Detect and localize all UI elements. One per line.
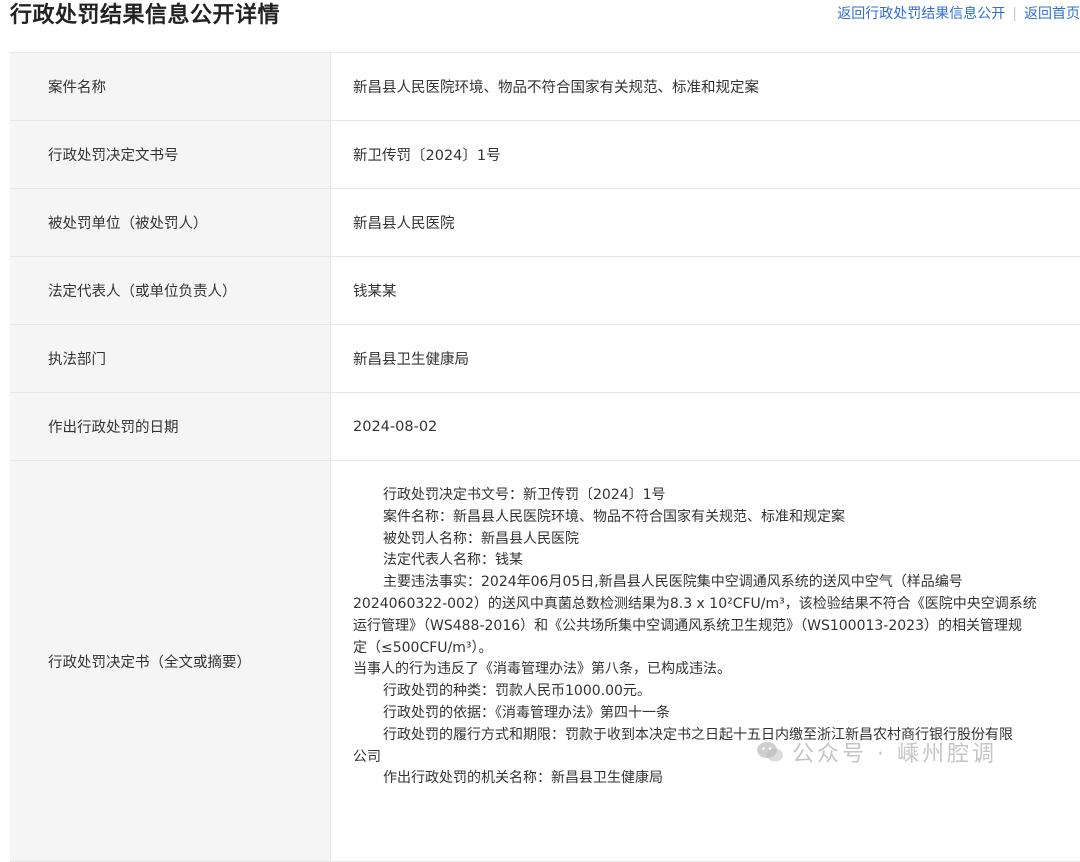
row-penalized-party: 被处罚单位（被处罚人） 新昌县人民医院 (10, 189, 1080, 257)
row-full-text: 行政处罚决定书（全文或摘要） 行政处罚决定书文号：新卫传罚〔2024〕1号 案件… (10, 461, 1080, 862)
watermark: 公众号 · 嵊州腔调 (756, 734, 997, 770)
doc-line: 作出行政处罚的机关名称：新昌县卫生健康局 (383, 770, 663, 787)
header: 行政处罚结果信息公开详情 返回行政处罚结果信息公开 | 返回首页 (0, 0, 1080, 38)
full-text-body: 行政处罚决定书文号：新卫传罚〔2024〕1号 案件名称：新昌县人民医院环境、物品… (331, 461, 1080, 861)
doc-line: 公司 (353, 748, 381, 765)
legal-rep-label: 法定代表人（或单位负责人） (10, 257, 331, 324)
page-title: 行政处罚结果信息公开详情 (10, 3, 281, 28)
row-legal-rep: 法定代表人（或单位负责人） 钱某某 (10, 257, 1080, 325)
link-divider: | (1012, 6, 1017, 22)
case-name-label: 案件名称 (10, 53, 331, 120)
row-decision-number: 行政处罚决定文书号 新卫传罚〔2024〕1号 (10, 121, 1080, 189)
date-value: 2024-08-02 (353, 418, 438, 435)
doc-line: 主要违法事实：2024年06月05日,新昌县人民医院集中空调通风系统的送风中空气… (383, 574, 963, 591)
department-value: 新昌县卫生健康局 (353, 352, 469, 368)
doc-line: 2024060322-002）的送风中真菌总数检测结果为8.3 x 10²CFU… (353, 595, 1037, 612)
doc-line: 定（≤500CFU/m³）。 (353, 639, 493, 656)
decision-number-value: 新卫传罚〔2024〕1号 (353, 148, 501, 164)
penalized-party-label: 被处罚单位（被处罚人） (10, 189, 331, 256)
legal-rep-value: 钱某某 (353, 284, 397, 300)
doc-line: 运行管理》（WS488-2016）和《公共场所集中空调通风系统卫生规范》（WS1… (353, 617, 1022, 634)
wechat-icon (757, 742, 783, 762)
back-to-list-link[interactable]: 返回行政处罚结果信息公开 (837, 6, 1005, 22)
full-text-label: 行政处罚决定书（全文或摘要） (10, 461, 331, 861)
doc-line: 法定代表人名称：钱某 (383, 552, 523, 569)
doc-line: 行政处罚的依据：《消毒管理办法》第四十一条 (383, 704, 670, 721)
top-links: 返回行政处罚结果信息公开 | 返回首页 (837, 4, 1080, 24)
doc-line: 案件名称：新昌县人民医院环境、物品不符合国家有关规范、标准和规定案 (383, 508, 845, 525)
row-department: 执法部门 新昌县卫生健康局 (10, 325, 1080, 393)
decision-number-label: 行政处罚决定文书号 (10, 121, 331, 188)
doc-line: 行政处罚决定书文号：新卫传罚〔2024〕1号 (383, 487, 666, 503)
department-label: 执法部门 (10, 325, 331, 392)
case-name-value: 新昌县人民医院环境、物品不符合国家有关规范、标准和规定案 (353, 80, 759, 96)
row-date: 作出行政处罚的日期 2024-08-02 (10, 393, 1080, 461)
date-label: 作出行政处罚的日期 (10, 393, 331, 460)
row-case-name: 案件名称 新昌县人民医院环境、物品不符合国家有关规范、标准和规定案 (10, 53, 1080, 121)
back-to-home-link[interactable]: 返回首页 (1024, 6, 1080, 22)
watermark-text: 公众号 · 嵊州腔调 (792, 742, 997, 767)
doc-line: 被处罚人名称：新昌县人民医院 (383, 530, 579, 547)
penalized-party-value: 新昌县人民医院 (353, 216, 455, 232)
doc-line: 当事人的行为违反了《消毒管理办法》第八条，已构成违法。 (353, 661, 731, 678)
doc-line: 行政处罚的种类：罚款人民币1000.00元。 (383, 683, 651, 700)
